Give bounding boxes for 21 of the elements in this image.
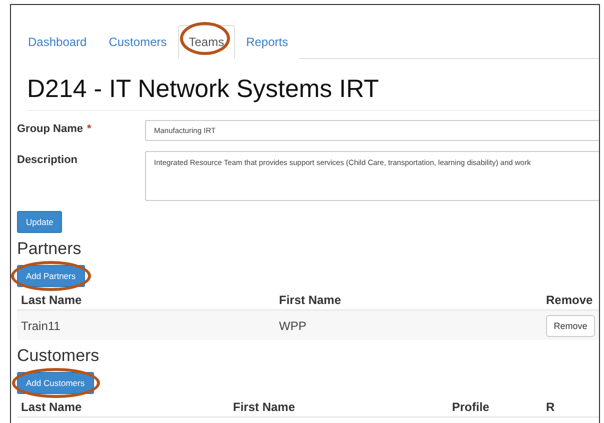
field-label: Description	[17, 153, 78, 166]
field-label: Group Name	[17, 122, 84, 135]
section-heading: Partners	[17, 239, 82, 259]
column-header: First Name	[279, 293, 342, 309]
required-mark: *	[87, 122, 92, 135]
add-customers-button[interactable]: Add Customers	[17, 372, 94, 394]
section-heading: Customers	[17, 346, 100, 366]
column-header: R	[546, 400, 556, 416]
table-cell-text: Train11	[21, 318, 62, 332]
column-header: First Name	[233, 400, 296, 416]
page-title: D214 - IT Network Systems IRT	[27, 75, 599, 111]
column-header: Remove	[546, 293, 594, 309]
column-header: Last Name	[21, 293, 83, 309]
highlight-ring	[180, 22, 230, 55]
nav-tab[interactable]: Teams	[178, 25, 236, 59]
table-cell-text: WPP	[279, 318, 308, 332]
column-header: Profile	[452, 400, 490, 416]
remove-button[interactable]: Remove	[546, 314, 595, 336]
add-partners-button[interactable]: Add Partners	[17, 265, 85, 287]
column-header: Last Name	[21, 400, 83, 416]
update-button[interactable]: Update	[17, 211, 62, 233]
